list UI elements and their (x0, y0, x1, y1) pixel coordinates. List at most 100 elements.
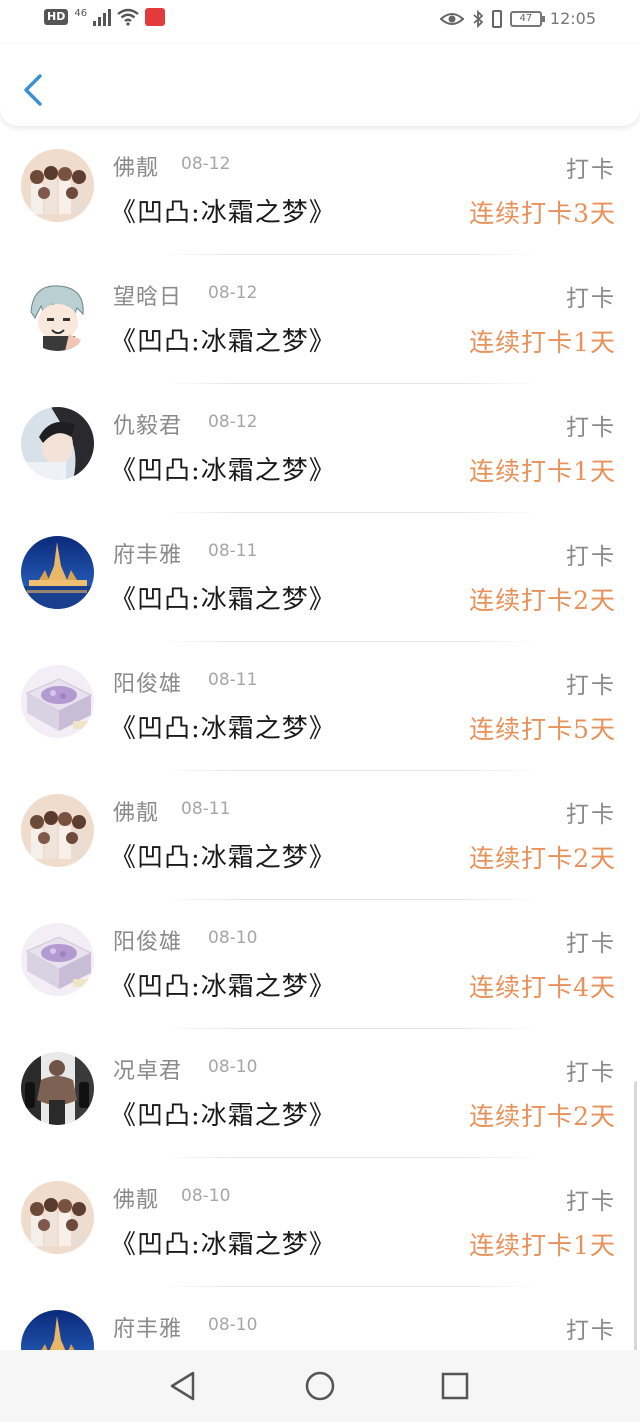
portrait-photo-avatar (21, 407, 94, 480)
book-title[interactable]: 《凹凸:冰霜之梦》 (110, 966, 336, 1003)
signal-icon (93, 8, 112, 26)
anime-character-avatar (21, 278, 94, 351)
checkin-date: 08-12 (181, 154, 231, 174)
username[interactable]: 仇毅君 (113, 408, 182, 440)
checkin-item[interactable]: 府丰雅 08-11 《凹凸:冰霜之梦》 打卡 连续打卡2天 (0, 513, 640, 642)
checkin-date: 08-10 (181, 1186, 231, 1206)
streak-count: 连续打卡2天 (469, 1102, 616, 1131)
group-photo-avatar (21, 794, 94, 867)
checkin-label: 打卡 (566, 673, 616, 699)
group-photo-avatar (21, 1181, 94, 1254)
username[interactable]: 府丰雅 (113, 1311, 182, 1343)
streak-count: 连续打卡2天 (469, 844, 616, 873)
status-left: HD 46 (44, 8, 166, 26)
username[interactable]: 府丰雅 (113, 537, 182, 569)
avatar[interactable] (21, 149, 94, 222)
checkin-item[interactable]: 况卓君 08-10 《凹凸:冰霜之梦》 打卡 连续打卡2天 (0, 1029, 640, 1158)
checkin-label: 打卡 (566, 286, 616, 312)
avatar[interactable] (21, 1310, 94, 1350)
checkin-item[interactable]: 府丰雅 08-10 打卡 (0, 1287, 640, 1350)
book-title[interactable]: 《凹凸:冰霜之梦》 (110, 192, 336, 229)
username[interactable]: 阳俊雄 (113, 666, 182, 698)
book-title[interactable]: 《凹凸:冰霜之梦》 (110, 1224, 336, 1261)
book-title[interactable]: 《凹凸:冰霜之梦》 (110, 1095, 336, 1132)
book-title[interactable]: 《凹凸:冰霜之梦》 (110, 321, 336, 358)
nav-home-button[interactable] (302, 1368, 338, 1404)
checkin-date: 08-11 (208, 541, 258, 561)
checkin-date: 08-10 (208, 928, 258, 948)
eye-comfort-icon (439, 12, 464, 25)
battery-icon: 47 (509, 10, 545, 27)
avatar[interactable] (21, 536, 94, 609)
checkin-date: 08-10 (208, 1315, 258, 1335)
bodybuilder-avatar (21, 1052, 94, 1125)
bluetooth-icon (473, 9, 484, 28)
username[interactable]: 阳俊雄 (113, 924, 182, 956)
book-title[interactable]: 《凹凸:冰霜之梦》 (110, 450, 336, 487)
scrollbar[interactable] (634, 1081, 637, 1350)
checkin-date: 08-11 (181, 799, 231, 819)
username[interactable]: 况卓君 (113, 1053, 182, 1085)
checkin-item[interactable]: 佛靓 08-12 《凹凸:冰霜之梦》 打卡 连续打卡3天 (0, 126, 640, 255)
checkin-date: 08-12 (208, 283, 258, 303)
status-bar: HD 46 47 12:05 (0, 0, 640, 44)
avatar[interactable] (21, 278, 94, 351)
avatar[interactable] (21, 1052, 94, 1125)
book-title[interactable]: 《凹凸:冰霜之梦》 (110, 579, 336, 616)
avatar[interactable] (21, 1181, 94, 1254)
avatar[interactable] (21, 665, 94, 738)
checkin-item[interactable]: 望晗日 08-12 《凹凸:冰霜之梦》 打卡 连续打卡1天 (0, 255, 640, 384)
clock: 12:05 (549, 9, 596, 28)
checkin-label: 打卡 (566, 1060, 616, 1086)
square-recents-icon (441, 1372, 469, 1400)
streak-count: 连续打卡1天 (469, 457, 616, 486)
group-photo-avatar (21, 149, 94, 222)
checkin-label: 打卡 (566, 1189, 616, 1215)
username[interactable]: 佛靓 (113, 150, 159, 182)
wifi-icon (117, 8, 139, 26)
checkin-item[interactable]: 仇毅君 08-12 《凹凸:冰霜之梦》 打卡 连续打卡1天 (0, 384, 640, 513)
streak-count: 连续打卡4天 (469, 973, 616, 1002)
checkin-list[interactable]: 佛靓 08-12 《凹凸:冰霜之梦》 打卡 连续打卡3天 望晗日 08-12 《… (0, 126, 640, 1350)
lavender-box-avatar (21, 665, 94, 738)
streak-count: 连续打卡3天 (469, 199, 616, 228)
checkin-date: 08-11 (208, 670, 258, 690)
checkin-item[interactable]: 阳俊雄 08-11 《凹凸:冰霜之梦》 打卡 连续打卡5天 (0, 642, 640, 771)
chevron-left-icon (24, 74, 42, 106)
nav-recents-button[interactable] (437, 1368, 473, 1404)
app-notification-icon (145, 8, 166, 26)
book-title[interactable]: 《凹凸:冰霜之梦》 (110, 837, 336, 874)
nav-back-button[interactable] (165, 1368, 201, 1404)
checkin-label: 打卡 (566, 415, 616, 441)
checkin-item[interactable]: 佛靓 08-10 《凹凸:冰霜之梦》 打卡 连续打卡1天 (0, 1158, 640, 1287)
checkin-label: 打卡 (566, 802, 616, 828)
avatar[interactable] (21, 923, 94, 996)
checkin-date: 08-10 (208, 1057, 258, 1077)
checkin-label: 打卡 (566, 1318, 616, 1344)
status-right: 47 12:05 (439, 9, 596, 28)
checkin-date: 08-12 (208, 412, 258, 432)
streak-count: 连续打卡5天 (469, 715, 616, 744)
circle-home-icon (305, 1371, 335, 1401)
back-button[interactable] (16, 70, 50, 110)
avatar[interactable] (21, 794, 94, 867)
triangle-back-icon (170, 1371, 195, 1401)
checkin-item[interactable]: 佛靓 08-11 《凹凸:冰霜之梦》 打卡 连续打卡2天 (0, 771, 640, 900)
streak-count: 连续打卡2天 (469, 586, 616, 615)
lavender-box-avatar (21, 923, 94, 996)
username[interactable]: 望晗日 (113, 279, 182, 311)
top-app-bar (0, 44, 640, 126)
avatar[interactable] (21, 407, 94, 480)
username[interactable]: 佛靓 (113, 1182, 159, 1214)
checkin-item[interactable]: 阳俊雄 08-10 《凹凸:冰霜之梦》 打卡 连续打卡4天 (0, 900, 640, 1029)
temple-night-avatar (21, 1310, 94, 1350)
system-nav-bar (0, 1350, 640, 1422)
username[interactable]: 佛靓 (113, 795, 159, 827)
checkin-feed-screen: HD 46 47 12:05 佛靓 08-12 《凹凸:冰霜之梦》 打卡 连续打… (0, 0, 640, 1422)
checkin-label: 打卡 (566, 931, 616, 957)
book-title[interactable]: 《凹凸:冰霜之梦》 (110, 708, 336, 745)
network-type-label: 46 (74, 8, 88, 19)
streak-count: 连续打卡1天 (469, 1231, 616, 1260)
temple-night-avatar (21, 536, 94, 609)
vibrate-icon (491, 9, 502, 28)
